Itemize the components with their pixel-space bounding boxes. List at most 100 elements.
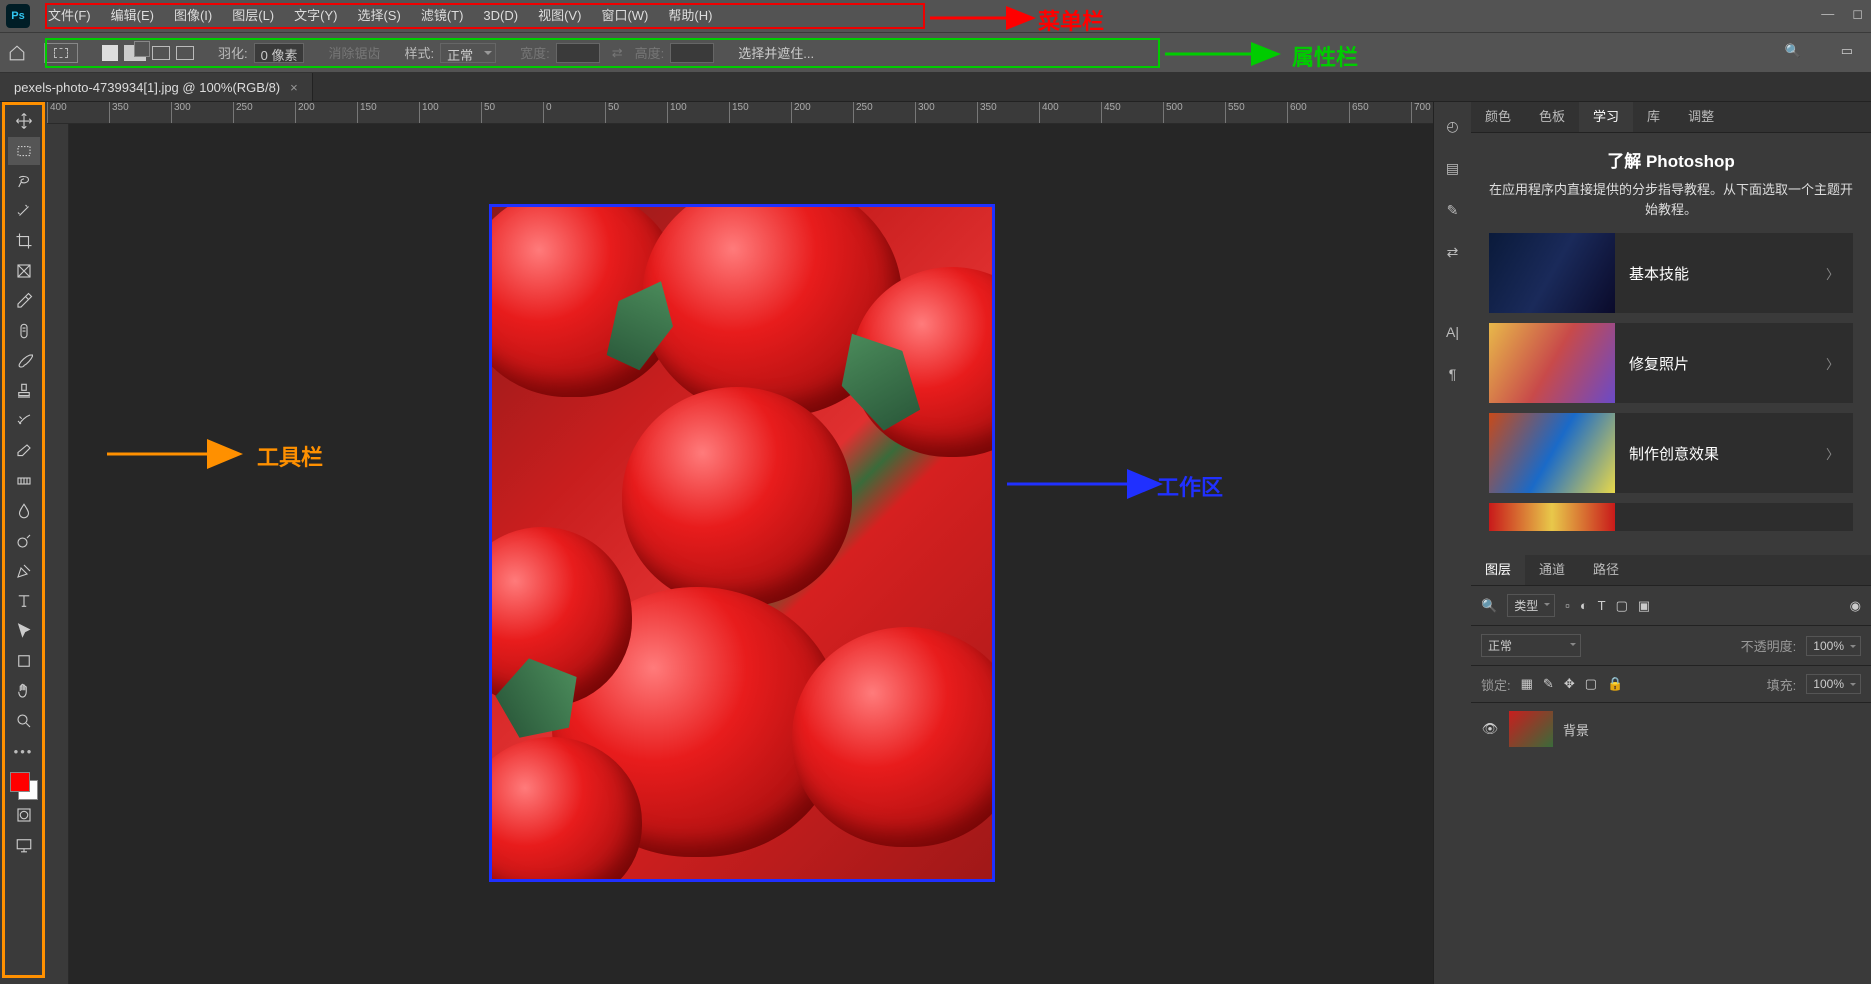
- learn-item-partial[interactable]: [1489, 503, 1853, 531]
- minimize-icon[interactable]: —: [1821, 6, 1834, 22]
- menu-select[interactable]: 选择(S): [347, 0, 410, 32]
- marquee-tool[interactable]: [8, 137, 40, 165]
- menu-help[interactable]: 帮助(H): [658, 0, 722, 32]
- character-panel-icon[interactable]: A|: [1441, 320, 1465, 344]
- learn-item-creative[interactable]: 制作创意效果 〉: [1489, 413, 1853, 493]
- search-icon[interactable]: 🔍: [1785, 43, 1801, 59]
- magic-wand-tool[interactable]: [8, 197, 40, 225]
- marquee-preset[interactable]: [44, 43, 78, 63]
- zoom-tool[interactable]: [8, 707, 40, 735]
- lock-pixel-icon[interactable]: ▦: [1521, 676, 1533, 692]
- menu-file[interactable]: 文件(F): [38, 0, 101, 32]
- properties-panel-icon[interactable]: ▤: [1441, 156, 1465, 180]
- feather-input[interactable]: 0 像素: [254, 43, 305, 63]
- menu-image[interactable]: 图像(I): [164, 0, 222, 32]
- search-icon[interactable]: 🔍: [1481, 598, 1497, 614]
- move-tool[interactable]: [8, 107, 40, 135]
- lock-move-icon[interactable]: ✥: [1564, 676, 1575, 692]
- layer-name[interactable]: 背景: [1563, 720, 1589, 739]
- top-panel-tabs: 颜色 色板 学习 库 调整: [1471, 102, 1871, 132]
- menu-filter[interactable]: 滤镜(T): [411, 0, 474, 32]
- tab-layers[interactable]: 图层: [1471, 555, 1525, 585]
- paragraph-panel-icon[interactable]: ¶: [1441, 362, 1465, 386]
- pen-tool[interactable]: [8, 557, 40, 585]
- filter-smart-icon[interactable]: ▣: [1638, 598, 1650, 614]
- filter-toggle-icon[interactable]: ◉: [1850, 598, 1861, 614]
- filter-adjust-icon[interactable]: ◐: [1580, 598, 1588, 613]
- lock-artboard-icon[interactable]: ▢: [1585, 676, 1597, 692]
- history-brush-tool[interactable]: [8, 407, 40, 435]
- width-label: 宽度:: [520, 43, 550, 62]
- eyedropper-tool[interactable]: [8, 287, 40, 315]
- fill-input[interactable]: 100%: [1806, 674, 1861, 694]
- layer-row[interactable]: 👁 背景: [1471, 702, 1871, 755]
- adjust-panel-icon[interactable]: ⇄: [1441, 240, 1465, 264]
- menu-type[interactable]: 文字(Y): [284, 0, 347, 32]
- home-icon[interactable]: [6, 42, 28, 64]
- blur-tool[interactable]: [8, 497, 40, 525]
- menu-3d[interactable]: 3D(D): [473, 0, 528, 32]
- opacity-input[interactable]: 100%: [1806, 636, 1861, 656]
- edit-toolbar[interactable]: •••: [8, 737, 40, 765]
- lock-brush-icon[interactable]: ✎: [1543, 676, 1554, 692]
- tab-paths[interactable]: 路径: [1579, 555, 1633, 585]
- brush-panel-icon[interactable]: ✎: [1441, 198, 1465, 222]
- quickmask-tool[interactable]: [8, 801, 40, 829]
- fg-color-swatch[interactable]: [10, 772, 30, 792]
- hand-tool[interactable]: [8, 677, 40, 705]
- menu-view[interactable]: 视图(V): [528, 0, 591, 32]
- layer-kind-select[interactable]: 类型: [1507, 594, 1555, 617]
- screenmode-tool[interactable]: [8, 831, 40, 859]
- filter-type-icon[interactable]: T: [1598, 598, 1606, 613]
- selection-intersect-icon[interactable]: [176, 46, 194, 60]
- frame-tool[interactable]: [8, 257, 40, 285]
- canvas-area: 4003503002502001501005005010015020025030…: [47, 102, 1433, 984]
- selection-subtract-icon[interactable]: [152, 46, 170, 60]
- stamp-tool[interactable]: [8, 377, 40, 405]
- opacity-label: 不透明度:: [1741, 636, 1797, 655]
- tab-color[interactable]: 颜色: [1471, 102, 1525, 132]
- canvas-background[interactable]: [69, 124, 1433, 984]
- history-panel-icon[interactable]: ◴: [1441, 114, 1465, 138]
- tab-adjustments[interactable]: 调整: [1674, 102, 1728, 132]
- document-tab[interactable]: pexels-photo-4739934[1].jpg @ 100%(RGB/8…: [0, 73, 313, 101]
- dodge-tool[interactable]: [8, 527, 40, 555]
- lasso-tool[interactable]: [8, 167, 40, 195]
- layer-thumbnail[interactable]: [1509, 711, 1553, 747]
- shape-tool[interactable]: [8, 647, 40, 675]
- maximize-icon[interactable]: ◻: [1852, 6, 1863, 22]
- lock-all-icon[interactable]: 🔒: [1607, 676, 1623, 692]
- ruler-vertical: [47, 124, 69, 984]
- menu-layer[interactable]: 图层(L): [222, 0, 284, 32]
- close-icon[interactable]: ×: [290, 80, 298, 95]
- layer-panel-tabs: 图层 通道 路径: [1471, 555, 1871, 585]
- healing-tool[interactable]: [8, 317, 40, 345]
- document-image[interactable]: [489, 204, 995, 882]
- filter-shape-icon[interactable]: ▢: [1616, 598, 1628, 614]
- tab-libraries[interactable]: 库: [1633, 102, 1674, 132]
- tab-swatches[interactable]: 色板: [1525, 102, 1579, 132]
- workspace-icon[interactable]: ▭: [1841, 43, 1853, 59]
- path-select-tool[interactable]: [8, 617, 40, 645]
- type-tool[interactable]: [8, 587, 40, 615]
- learn-item-retouch[interactable]: 修复照片 〉: [1489, 323, 1853, 403]
- eraser-tool[interactable]: [8, 437, 40, 465]
- select-and-mask-button[interactable]: 选择并遮住...: [738, 43, 814, 62]
- crop-tool[interactable]: [8, 227, 40, 255]
- window-controls: — ◻: [1821, 6, 1863, 22]
- visibility-icon[interactable]: 👁: [1481, 720, 1499, 738]
- learn-thumb: [1489, 323, 1615, 403]
- menu-edit[interactable]: 编辑(E): [101, 0, 164, 32]
- selection-add-icon[interactable]: [124, 45, 146, 61]
- gradient-tool[interactable]: [8, 467, 40, 495]
- brush-tool[interactable]: [8, 347, 40, 375]
- color-swatches[interactable]: [10, 772, 38, 800]
- selection-new-icon[interactable]: [102, 45, 118, 61]
- tab-channels[interactable]: 通道: [1525, 555, 1579, 585]
- learn-item-basics[interactable]: 基本技能 〉: [1489, 233, 1853, 313]
- tab-learn[interactable]: 学习: [1579, 102, 1633, 132]
- style-select[interactable]: 正常: [440, 43, 496, 63]
- blend-mode-select[interactable]: 正常: [1481, 634, 1581, 657]
- menu-window[interactable]: 窗口(W): [591, 0, 658, 32]
- filter-pixel-icon[interactable]: ▫: [1565, 598, 1570, 613]
